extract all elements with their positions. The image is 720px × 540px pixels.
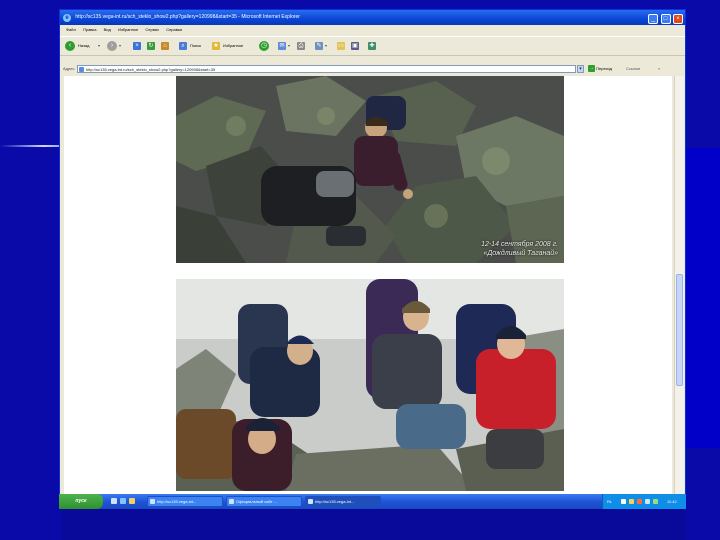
window-title: http://sc135.vega-int.ru/sch_steklo_show… [75, 14, 300, 20]
home-icon[interactable]: ⌂ [161, 42, 169, 50]
tray-clock: 11:42 [667, 499, 677, 504]
search-icon[interactable]: ⌕ [179, 42, 187, 50]
folder-icon[interactable]: ▭ [337, 42, 345, 50]
taskbar-item-icon [150, 499, 155, 504]
stop-icon[interactable]: × [133, 42, 141, 50]
tray-network-icon[interactable] [621, 499, 626, 504]
page-icon [79, 67, 84, 72]
tray-misc-icon[interactable] [653, 499, 658, 504]
forward-dropdown-icon[interactable]: ▾ [119, 37, 121, 55]
mail-icon[interactable]: ✉ [278, 42, 286, 50]
links-chevron-icon[interactable]: » [658, 63, 660, 75]
address-input[interactable]: http://sc135.vega-int.ru/sch_steklo_show… [77, 65, 576, 73]
taskbar: пуск http://sc135.vega-int... Официальны… [59, 494, 686, 509]
back-dropdown-icon[interactable]: ▾ [98, 37, 100, 55]
address-label: Адрес [63, 66, 75, 71]
photo-hiker-on-rocks-image [176, 76, 564, 263]
menu-view[interactable]: Вид [104, 27, 111, 32]
history-icon[interactable]: ◷ [259, 41, 269, 51]
go-button-label: Переход [596, 66, 613, 71]
menu-tools[interactable]: Сервис [145, 27, 159, 32]
photo-caption-title: «Дождливый Таганай» [483, 250, 558, 257]
taskbar-item[interactable]: Официальный сайт ... [226, 496, 302, 507]
back-arrow-icon[interactable]: ‹ [65, 41, 75, 51]
menu-favorites[interactable]: Избранное [118, 27, 138, 32]
language-indicator[interactable]: RL [607, 494, 612, 509]
links-label[interactable]: Ссылки [626, 63, 640, 75]
taskbar-item[interactable]: http://sc135.vega-int... [147, 496, 223, 507]
photo-caption-date: 12-14 сентября 2008 г. [481, 241, 558, 248]
edit-icon[interactable]: ✎ [315, 42, 323, 50]
edit-dropdown-icon[interactable]: ▾ [325, 37, 327, 55]
toolbar: ‹ Назад ▾ › ▾ × ↻ ⌂ ⌕ Поиск ★ Избранное … [60, 36, 685, 56]
menu-bar: Файл Правка Вид Избранное Сервис Справка [60, 25, 685, 35]
tray-app-icon[interactable] [645, 499, 650, 504]
favorites-button-label[interactable]: Избранное [223, 37, 243, 55]
title-bar[interactable]: e http://sc135.vega-int.ru/sch_steklo_sh… [60, 10, 685, 25]
background-stripe [0, 145, 62, 147]
start-button[interactable]: пуск [59, 494, 103, 509]
tray-volume-icon[interactable] [629, 499, 634, 504]
menu-edit[interactable]: Правка [83, 27, 97, 32]
refresh-icon[interactable]: ↻ [147, 42, 155, 50]
address-bar: Адрес http://sc135.vega-int.ru/sch_stekl… [60, 63, 685, 75]
photo-group-of-hikers[interactable] [176, 279, 564, 491]
background-bottom-band [62, 505, 686, 540]
photo-group-of-hikers-image [176, 279, 564, 491]
menu-help[interactable]: Справка [166, 27, 182, 32]
favorites-star-icon[interactable]: ★ [212, 42, 220, 50]
quick-launch-desktop-icon[interactable] [111, 498, 117, 504]
taskbar-item-active[interactable]: http://sc135.vega-int... [305, 496, 381, 507]
forward-arrow-icon[interactable]: › [107, 41, 117, 51]
address-dropdown-icon[interactable]: ▾ [577, 65, 584, 73]
go-arrow-icon: → [588, 65, 595, 73]
internet-explorer-icon: e [63, 13, 71, 22]
go-button[interactable]: → Переход [588, 63, 612, 75]
tray-antivirus-icon[interactable] [637, 499, 642, 504]
research-icon[interactable]: ✚ [368, 42, 376, 50]
quick-launch-media-icon[interactable] [129, 498, 135, 504]
print-icon[interactable]: ⎙ [297, 42, 305, 50]
photo-hiker-on-rocks[interactable]: 12-14 сентября 2008 г. «Дождливый Тагана… [176, 76, 564, 263]
vertical-scrollbar[interactable] [674, 76, 684, 494]
system-tray: RL 11:42 [602, 494, 686, 509]
close-button[interactable]: × [673, 14, 683, 24]
scrollbar-thumb[interactable] [676, 274, 683, 386]
search-button-label[interactable]: Поиск [190, 37, 201, 55]
address-url: http://sc135.vega-int.ru/sch_steklo_show… [86, 67, 216, 72]
quick-launch-ie-icon[interactable] [120, 498, 126, 504]
taskbar-item-icon [229, 499, 234, 504]
mail-dropdown-icon[interactable]: ▾ [288, 37, 290, 55]
taskbar-item-icon [308, 499, 313, 504]
minimize-button[interactable]: _ [648, 14, 659, 24]
back-button-label[interactable]: Назад [78, 37, 89, 55]
page-viewport[interactable]: 12-14 сентября 2008 г. «Дождливый Тагана… [64, 76, 672, 494]
taskbar-item-label: Официальный сайт ... [236, 499, 277, 504]
messenger-icon[interactable]: ▣ [351, 42, 359, 50]
maximize-button[interactable]: □ [660, 14, 671, 24]
menu-file[interactable]: Файл [66, 27, 76, 32]
photo-caption: 12-14 сентября 2008 г. «Дождливый Тагана… [481, 240, 558, 258]
taskbar-item-label: http://sc135.vega-int... [315, 499, 355, 504]
background-right-band [686, 148, 720, 448]
taskbar-item-label: http://sc135.vega-int... [157, 499, 197, 504]
browser-window: e http://sc135.vega-int.ru/sch_steklo_sh… [59, 9, 686, 509]
